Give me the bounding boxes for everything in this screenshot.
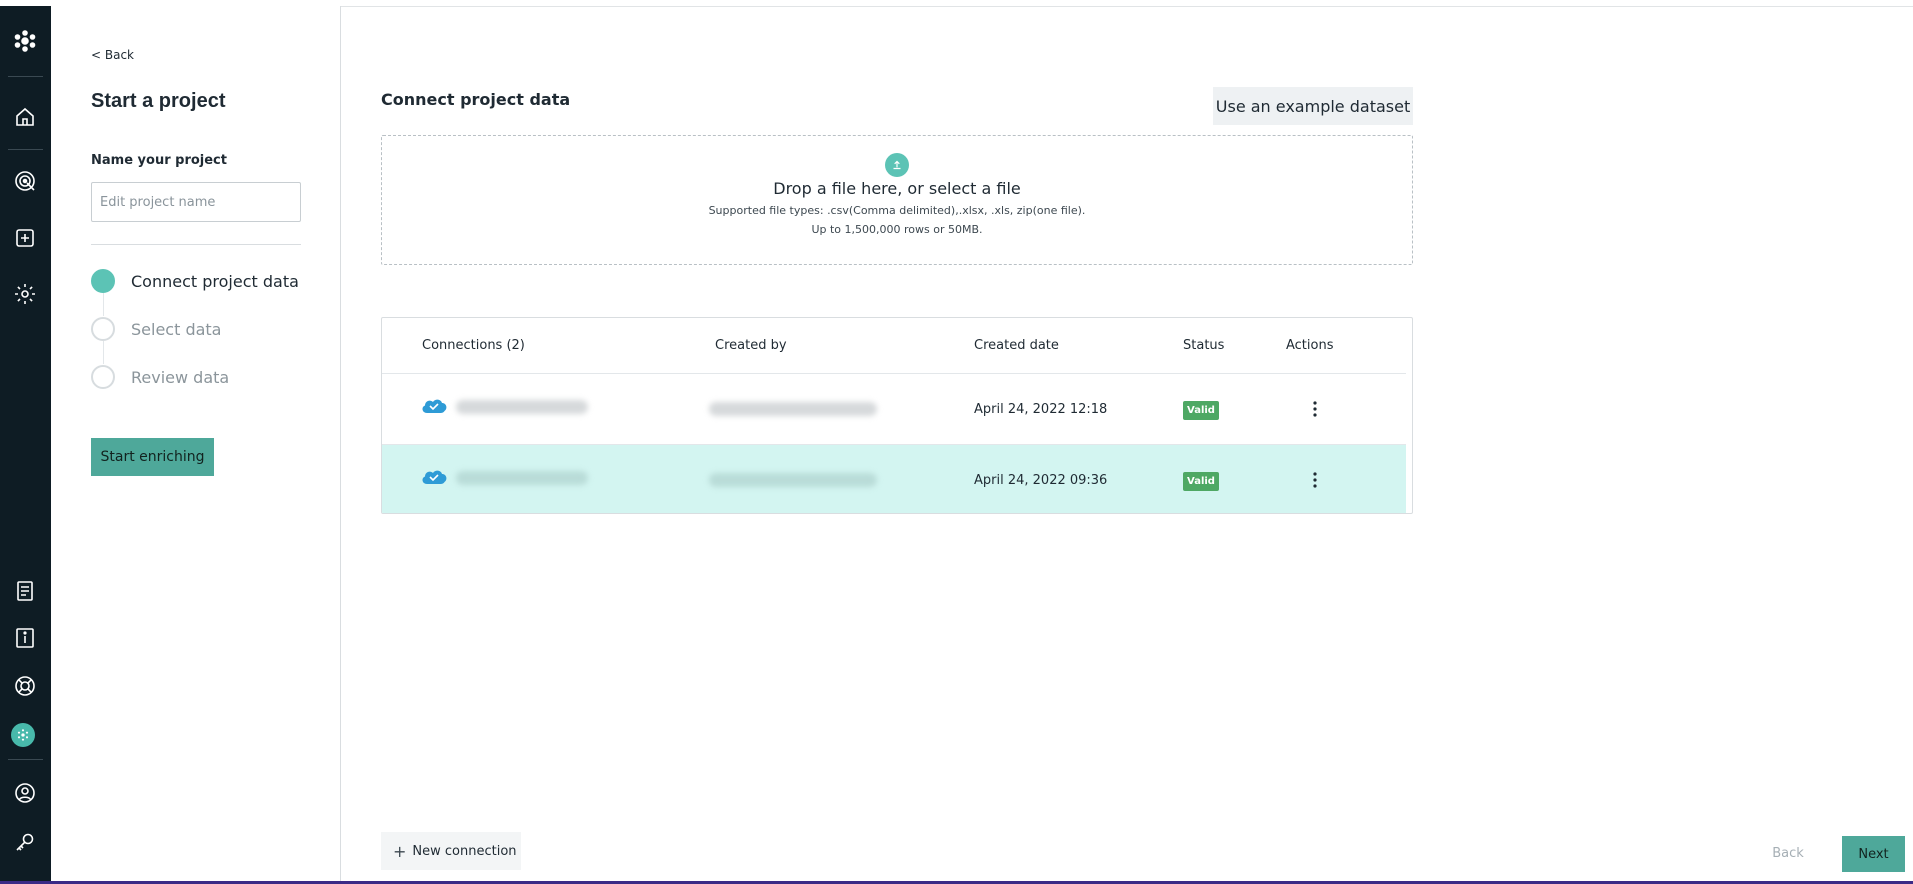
- file-size-limit: Up to 1,500,000 rows or 50MB.: [811, 223, 983, 236]
- step-connect-project-data[interactable]: Connect project data: [91, 269, 299, 293]
- rail-divider: [8, 149, 43, 150]
- upload-icon: [885, 153, 909, 177]
- step-indicator: [91, 317, 115, 341]
- column-header-connections[interactable]: Connections (2): [422, 338, 525, 353]
- org-avatar-icon[interactable]: [11, 723, 35, 747]
- back-link[interactable]: < Back: [91, 48, 134, 62]
- step-label: Select data: [131, 319, 222, 339]
- logo-icon[interactable]: [10, 26, 40, 56]
- step-connector: [103, 293, 104, 316]
- user-profile-icon[interactable]: [10, 778, 40, 808]
- step-review-data[interactable]: Review data: [91, 365, 229, 389]
- key-icon[interactable]: [10, 827, 40, 857]
- status-badge: Valid: [1183, 472, 1219, 491]
- step-indicator-active: [91, 269, 115, 293]
- new-connection-label: New connection: [412, 843, 517, 859]
- column-header-created-date[interactable]: Created date: [974, 338, 1059, 353]
- section-title: Connect project data: [381, 90, 571, 109]
- salesforce-cloud-icon: [422, 399, 447, 413]
- project-setup-panel: < Back Start a project Name your project…: [51, 6, 341, 881]
- table-row[interactable]: April 24, 2022 12:18 Valid: [382, 374, 1406, 444]
- target-icon[interactable]: [10, 166, 40, 196]
- row-actions-menu-icon[interactable]: [1308, 398, 1322, 420]
- table-row[interactable]: April 24, 2022 09:36 Valid: [382, 445, 1406, 513]
- dropzone-title: Drop a file here, or select a file: [773, 179, 1021, 198]
- page-title: Start a project: [91, 90, 226, 112]
- step-select-data[interactable]: Select data: [91, 317, 221, 341]
- row-actions-menu-icon[interactable]: [1308, 469, 1322, 491]
- status-badge: Valid: [1183, 401, 1219, 420]
- nav-rail: [0, 6, 51, 881]
- supported-file-types: Supported file types: .csv(Comma delimit…: [708, 204, 1086, 217]
- home-icon[interactable]: [10, 102, 40, 132]
- project-name-input[interactable]: [91, 182, 301, 222]
- add-project-icon[interactable]: [10, 223, 40, 253]
- redacted-creator: [709, 402, 877, 416]
- panel-divider: [91, 244, 301, 245]
- column-header-created-by[interactable]: Created by: [715, 338, 787, 353]
- info-book-icon[interactable]: [10, 623, 40, 653]
- step-label: Review data: [131, 367, 230, 387]
- redacted-creator: [709, 473, 877, 487]
- start-enriching-button[interactable]: Start enriching: [91, 438, 214, 476]
- use-example-dataset-button[interactable]: Use an example dataset: [1213, 87, 1413, 125]
- file-dropzone[interactable]: Drop a file here, or select a file Suppo…: [381, 135, 1413, 265]
- project-name-label: Name your project: [91, 153, 227, 168]
- salesforce-cloud-icon: [422, 470, 447, 484]
- connections-table: Connections (2) Created by Created date …: [381, 317, 1413, 514]
- step-connector: [103, 341, 104, 364]
- redacted-connection-name: [456, 400, 588, 414]
- rail-divider: [8, 759, 43, 760]
- rail-divider: [8, 76, 43, 77]
- new-connection-button[interactable]: + New connection: [381, 832, 521, 870]
- column-header-actions: Actions: [1286, 338, 1334, 353]
- step-label: Connect project data: [131, 271, 299, 291]
- document-list-icon[interactable]: [10, 576, 40, 606]
- back-button[interactable]: Back: [1758, 837, 1818, 869]
- step-indicator: [91, 365, 115, 389]
- plus-icon: +: [393, 841, 407, 861]
- settings-gear-icon[interactable]: [10, 279, 40, 309]
- created-date-cell: April 24, 2022 12:18: [974, 402, 1108, 417]
- created-date-cell: April 24, 2022 09:36: [974, 473, 1108, 488]
- column-header-status[interactable]: Status: [1183, 338, 1224, 353]
- next-button[interactable]: Next: [1842, 836, 1905, 872]
- help-lifebuoy-icon[interactable]: [10, 671, 40, 701]
- redacted-connection-name: [456, 471, 588, 485]
